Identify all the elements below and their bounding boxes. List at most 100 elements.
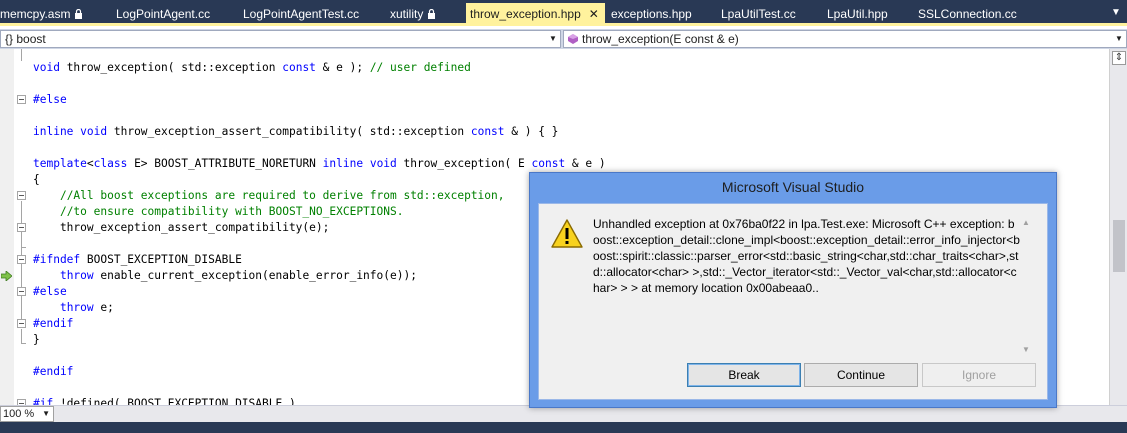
code-token: } (33, 333, 40, 346)
code-line[interactable]: void throw_exception( std::exception con… (33, 60, 606, 76)
code-line[interactable]: //All boost exceptions are required to d… (33, 188, 606, 204)
scope-value: {} boost (5, 32, 46, 46)
code-token: & e ); (315, 61, 370, 74)
code-token: const (470, 125, 505, 138)
collapse-toggle[interactable] (17, 95, 26, 104)
member-dropdown[interactable]: throw_exception(E const & e) ▼ (563, 30, 1127, 48)
exception-dialog: Microsoft Visual Studio Unhandled except… (529, 172, 1057, 408)
code-line[interactable]: inline void throw_exception_assert_compa… (33, 124, 606, 140)
code-line[interactable]: throw_exception_assert_compatibility(e); (33, 220, 606, 236)
code-line[interactable]: #else (33, 284, 606, 300)
collapse-toggle[interactable] (17, 255, 26, 264)
tab-logpointagenttest-cc[interactable]: LogPointAgentTest.cc (243, 4, 359, 24)
code-token: void (33, 61, 60, 74)
tab-label: LpaUtilTest.cc (721, 7, 796, 21)
dialog-title[interactable]: Microsoft Visual Studio (530, 173, 1056, 201)
code-line[interactable]: template<class E> BOOST_ATTRIBUTE_NORETU… (33, 156, 606, 172)
code-token: enable_current_exception(enable_error_in… (93, 269, 417, 282)
collapse-toggle[interactable] (17, 287, 26, 296)
tab-lpautil-hpp[interactable]: LpaUtil.hpp (827, 4, 888, 24)
code-line[interactable]: } (33, 332, 606, 348)
code-token: BOOST_EXCEPTION_DISABLE (80, 253, 242, 266)
code-line[interactable] (33, 140, 606, 156)
outline-guide (21, 343, 26, 344)
code-token: #else (33, 93, 67, 106)
exception-message-box[interactable]: Unhandled exception at 0x76ba0f22 in lpa… (591, 216, 1033, 356)
scope-dropdown[interactable]: {} boost ▼ (0, 30, 561, 48)
exception-message: Unhandled exception at 0x76ba0f22 in lpa… (593, 217, 1020, 295)
code-line[interactable] (33, 108, 606, 124)
close-icon[interactable]: ✕ (589, 3, 599, 25)
collapse-toggle[interactable] (17, 223, 26, 232)
code-token: //to ensure compatibility with BOOST_NO_… (59, 205, 404, 218)
tab-overflow-dropdown-icon[interactable]: ▼ (1111, 6, 1121, 20)
code-line[interactable]: { (33, 172, 606, 188)
zoom-dropdown[interactable]: 100 % ▼ (0, 406, 54, 422)
code-token: const (531, 157, 566, 170)
code-token: class (93, 157, 128, 170)
tab-label: LogPointAgentTest.cc (243, 7, 360, 21)
code-token: throw (59, 269, 94, 282)
tab-throw-exception-hpp[interactable]: throw_exception.hpp ✕ (466, 3, 605, 26)
scrollbar-thumb[interactable] (1113, 220, 1125, 272)
code-line[interactable]: throw enable_current_exception(enable_er… (33, 268, 606, 284)
method-icon (568, 34, 578, 44)
tab-xutility[interactable]: xutility (390, 4, 436, 24)
current-statement-arrow-icon (1, 271, 12, 281)
code-line[interactable]: #if !defined( BOOST_EXCEPTION_DISABLE ) (33, 396, 606, 405)
chevron-down-icon: ▼ (549, 34, 557, 43)
tab-sslconnection-cc[interactable]: SSLConnection.cc (918, 4, 1017, 24)
code-line[interactable] (33, 76, 606, 92)
code-token: // user defined (369, 61, 471, 74)
code-line[interactable]: #ifndef BOOST_EXCEPTION_DISABLE (33, 252, 606, 268)
tab-memcpy-asm[interactable]: memcpy.asm (0, 4, 83, 24)
tab-label: throw_exception.hpp (470, 7, 581, 21)
code-line[interactable]: //to ensure compatibility with BOOST_NO_… (33, 204, 606, 220)
code-line[interactable]: throw e; (33, 300, 606, 316)
code-token: #ifndef (33, 253, 81, 266)
tab-logpointagent-cc[interactable]: LogPointAgent.cc (116, 4, 210, 24)
tab-exceptions-hpp[interactable]: exceptions.hpp (611, 4, 692, 24)
scroll-up-icon[interactable]: ▲ (1021, 218, 1031, 227)
code-token: #endif (33, 365, 74, 378)
tab-label: memcpy.asm (0, 7, 71, 21)
code-token: //All boost exceptions are required to d… (59, 189, 505, 202)
code-line[interactable] (33, 380, 606, 396)
continue-button[interactable]: Continue (804, 363, 918, 387)
code-line[interactable]: #else (33, 92, 606, 108)
document-tab-strip: memcpy.asm LogPointAgent.cc LogPointAgen… (0, 0, 1127, 26)
code-token: void (80, 125, 108, 138)
code-line[interactable] (33, 236, 606, 252)
break-button[interactable]: Break (687, 363, 801, 387)
scroll-down-icon[interactable]: ▼ (1021, 345, 1031, 354)
chevron-down-icon: ▼ (42, 409, 50, 418)
ignore-button: Ignore (922, 363, 1036, 387)
code-token: { (33, 173, 40, 186)
code-token: template (33, 157, 87, 170)
code-line[interactable]: #endif (33, 364, 606, 380)
vertical-scrollbar[interactable]: ⇕ (1109, 49, 1127, 405)
collapse-toggle[interactable] (17, 319, 26, 328)
code-token: !defined( BOOST_EXCEPTION_DISABLE ) (53, 397, 296, 405)
collapse-toggle[interactable] (17, 191, 26, 200)
navigation-bar: {} boost ▼ throw_exception(E const & e) … (0, 29, 1127, 49)
message-scrollbar[interactable]: ▲ ▼ (1019, 216, 1033, 356)
code-token: throw_exception_assert_compatibility( st… (107, 125, 471, 138)
code-line[interactable] (33, 348, 606, 364)
code-token: #if (33, 397, 54, 405)
indicator-margin[interactable] (0, 49, 14, 405)
chevron-down-icon: ▼ (1115, 34, 1123, 43)
lock-icon (75, 9, 83, 19)
code-line[interactable]: #endif (33, 316, 606, 332)
code-token: inline (33, 125, 74, 138)
code-token: const (282, 61, 316, 74)
tab-lpautiltest-cc[interactable]: LpaUtilTest.cc (721, 4, 796, 24)
code-token: E> BOOST_ATTRIBUTE_NORETURN (127, 157, 323, 170)
code-text[interactable]: void throw_exception( std::exception con… (33, 60, 606, 405)
lock-icon (428, 9, 436, 19)
split-window-icon[interactable]: ⇕ (1112, 51, 1126, 65)
code-token: throw_exception_assert_compatibility(e); (33, 221, 330, 234)
